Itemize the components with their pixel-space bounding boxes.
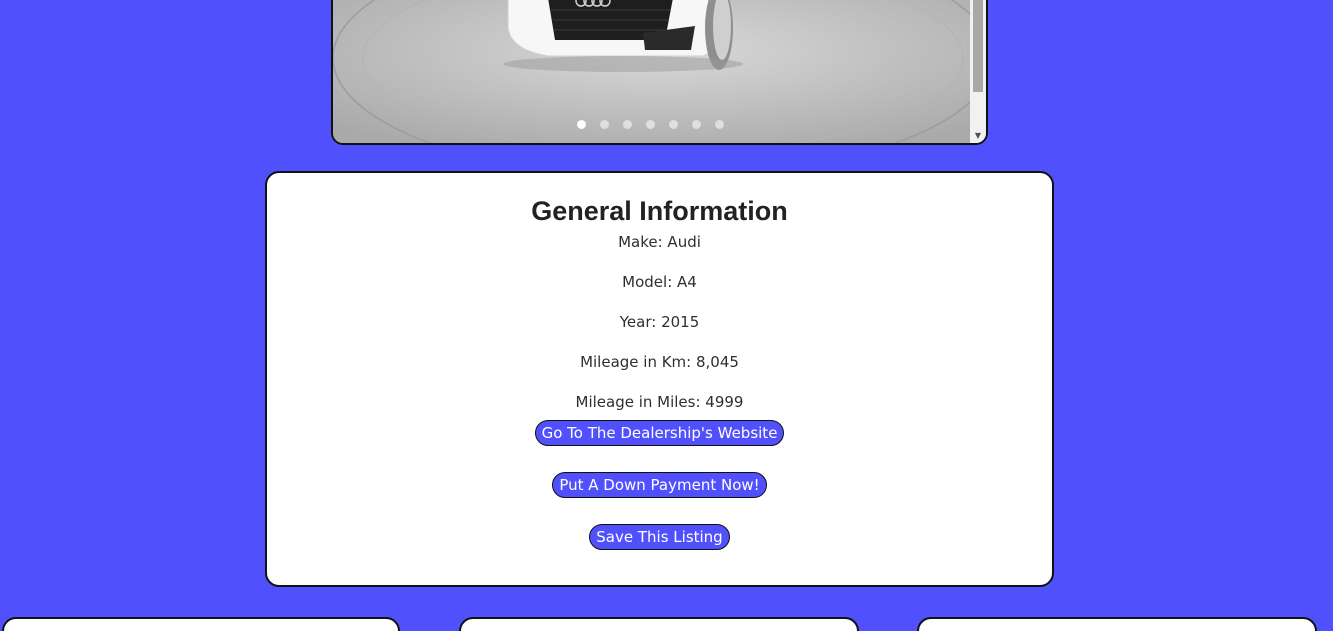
carousel-dot-6[interactable] [692, 120, 701, 129]
scroll-down-arrow-icon[interactable]: ▼ [970, 131, 986, 141]
carousel-scrollbar[interactable]: ▼ [970, 0, 986, 143]
mileage-km-text: Mileage in Km: 8,045 [580, 353, 739, 371]
model-text: Model: A4 [622, 273, 697, 291]
card-title: General Information [531, 196, 788, 226]
scrollbar-thumb[interactable] [973, 0, 983, 92]
listing-page: ▼ General Information Make: Audi Model: … [0, 0, 1333, 631]
carousel-dot-5[interactable] [669, 120, 678, 129]
general-information-card: General Information Make: Audi Model: A4… [265, 171, 1054, 587]
dealership-website-button[interactable]: Go To The Dealership's Website [534, 420, 785, 446]
mileage-miles-text: Mileage in Miles: 4999 [575, 393, 744, 411]
save-listing-button[interactable]: Save This Listing [589, 524, 730, 550]
year-text: Year: 2015 [619, 313, 700, 331]
listing-card-left [2, 617, 400, 631]
down-payment-button[interactable]: Put A Down Payment Now! [552, 472, 767, 498]
listing-card-right [917, 617, 1317, 631]
listing-card-middle [459, 617, 859, 631]
carousel-dot-1[interactable] [577, 120, 586, 129]
carousel-indicators [333, 120, 968, 129]
carousel-dot-4[interactable] [646, 120, 655, 129]
carousel-dot-2[interactable] [600, 120, 609, 129]
make-text: Make: Audi [618, 233, 701, 251]
car-photo-carousel[interactable]: ▼ [331, 0, 988, 145]
carousel-dot-3[interactable] [623, 120, 632, 129]
carousel-dot-7[interactable] [715, 120, 724, 129]
